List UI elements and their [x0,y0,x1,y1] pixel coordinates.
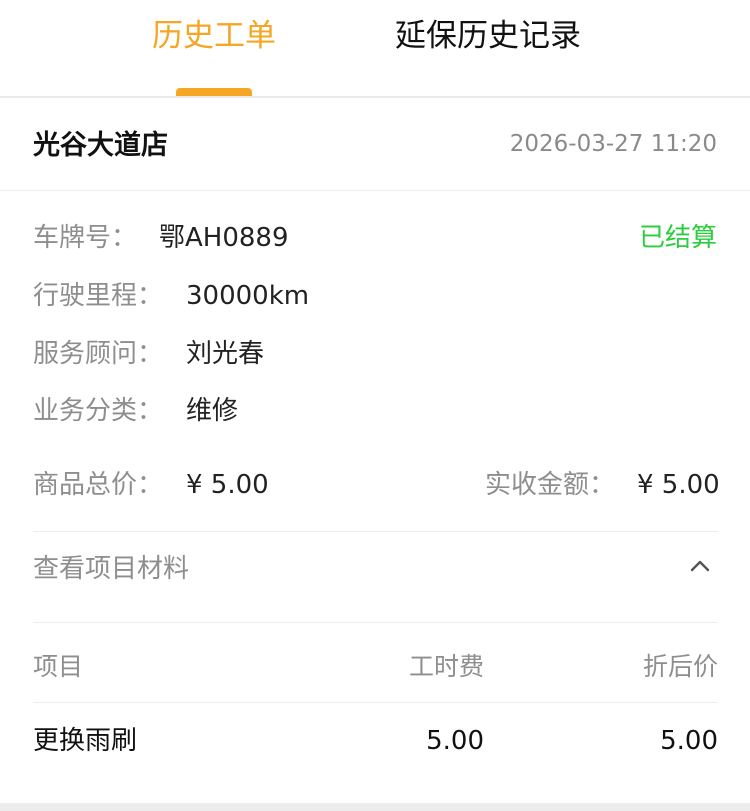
store-name: 光谷大道店 [33,130,168,161]
chevron-up-icon[interactable] [688,556,712,576]
table-header-labor: 工时费 [408,652,484,681]
tab-warranty-history[interactable]: 延保历史记录 [395,14,581,58]
goods-total-value: ¥ 5.00 [186,470,269,500]
mileage-value: 30000km [186,281,310,311]
table-cell-item: 更换雨刷 [33,726,138,756]
tab-history-orders[interactable]: 历史工单 [152,14,276,58]
plate-value: 鄂AH0889 [159,223,289,253]
order-card [0,98,750,803]
table-cell-discount: 5.00 [660,726,718,756]
table-cell-labor: 5.00 [426,726,484,756]
table-top-divider [33,622,718,623]
table-header-discount: 折后价 [642,652,718,681]
table-header-item: 项目 [33,652,84,681]
plate-label: 车牌号： [33,223,138,253]
received-label: 实收金额： [485,470,616,500]
advisor-label: 服务顾问： [33,339,164,369]
goods-total-label: 商品总价： [33,470,164,500]
received-value: ¥ 5.00 [637,470,720,500]
table-header-divider [33,702,718,703]
card-divider [0,803,750,811]
advisor-value: 刘光春 [186,339,265,369]
category-label: 业务分类： [33,396,164,426]
category-value: 维修 [186,396,239,426]
totals-divider [33,531,718,532]
header-divider [0,190,750,191]
active-tab-indicator [176,88,252,96]
status-badge: 已结算 [638,223,717,253]
view-materials-toggle[interactable]: 查看项目材料 [33,551,189,587]
mileage-label: 行驶里程： [33,281,164,311]
tab-bar: 历史工单 延保历史记录 [0,0,750,98]
order-datetime: 2026-03-27 11:20 [509,131,717,157]
